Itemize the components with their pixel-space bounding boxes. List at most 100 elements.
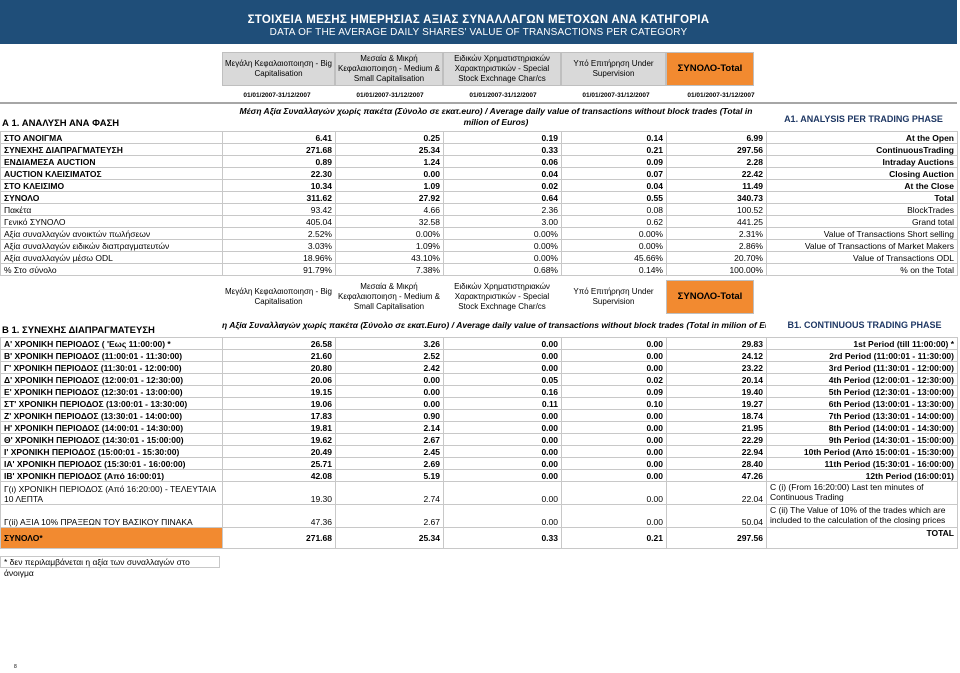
table-row: Ε' ΧΡΟΝΙΚΗ ΠΕΡΙΟΔΟΣ (12:30:01 - 13:00:00… — [0, 385, 958, 398]
row-label-english: Value of Transactions of Market Makers — [766, 239, 958, 252]
row-label-greek: Γενικό ΣΥΝΟΛΟ — [0, 215, 223, 228]
col-header-supervision: Υπό Επιτήρηση Under Supervision — [561, 52, 666, 86]
row-label-english: 2rd Period (11:00:01 - 11:30:00) — [766, 349, 958, 362]
value-cell: 271.68 — [222, 527, 336, 549]
col-header-medium-small-cap: Μεσαία & Μικρή Κεφαλαιοποιηση - Medium &… — [335, 280, 443, 314]
value-cell: 2.74 — [335, 481, 444, 505]
value-cell: 0.00 — [561, 361, 667, 374]
table-row: % Στο σύνολο 91.79% 7.38% 0.68% 0.14% 100.00%… — [0, 263, 958, 276]
section-a-table: ΣΤΟ ΑΝΟΙΓΜΑ 6.41 0.25 0.19 0.14 6.99 At the Op… — [0, 131, 958, 276]
value-cell: 19.30 — [222, 481, 336, 505]
value-cell: 2.67 — [335, 433, 444, 446]
value-cell: 0.55 — [561, 191, 667, 204]
value-cell: 0.00 — [335, 373, 444, 386]
value-cell: 0.00 — [335, 167, 444, 180]
value-cell: 0.00 — [335, 385, 444, 398]
row-label-english: 11th Period (15:30:01 - 16:00:00) — [766, 457, 958, 470]
col-header-special: Ειδικών Χρηματιστηριακών Χαρακτηριστικών… — [443, 280, 561, 314]
value-cell: 0.00 — [443, 349, 562, 362]
table-row: Αξία συναλλαγών ανοικτών πωλήσεων 2.52% 0.… — [0, 227, 958, 240]
value-cell: 0.00% — [335, 227, 444, 240]
value-cell: 0.05 — [443, 373, 562, 386]
value-cell: 22.29 — [666, 433, 767, 446]
value-cell: 19.15 — [222, 385, 336, 398]
section-a-title: Α 1. ΑΝΑΛΥΣΗ ΑΝΑ ΦΑΣΗ — [2, 118, 120, 129]
table-row: ΣΥΝΟΛΟ 311.62 27.92 0.64 0.55 340.73 Total — [0, 191, 958, 204]
row-label-greek: Ε' ΧΡΟΝΙΚΗ ΠΕΡΙΟΔΟΣ (12:30:01 - 13:00:00… — [0, 385, 223, 398]
value-cell: 0.00 — [561, 481, 667, 505]
row-label-greek: ΙΒ' ΧΡΟΝΙΚΗ ΠΕΡΙΟΔΟΣ (Από 16:00:01) — [0, 469, 223, 482]
value-cell: 5.19 — [335, 469, 444, 482]
table-row: ΣΥΝΕΧΗΣ ΔΙΑΠΡΑΓΜΑΤΕΥΣΗ 271.68 25.34 0.33 0.2… — [0, 143, 958, 156]
col-header-total: ΣΥΝΟΛΟ-Total — [666, 280, 754, 314]
value-cell: 0.11 — [443, 397, 562, 410]
value-cell: 441.25 — [666, 215, 767, 228]
value-cell: 0.14 — [561, 131, 667, 144]
value-cell: 0.64 — [443, 191, 562, 204]
value-cell: 297.56 — [666, 527, 767, 549]
table-row: Η' ΧΡΟΝΙΚΗ ΠΕΡΙΟΔΟΣ (14:00:01 - 14:30:00… — [0, 421, 958, 434]
value-cell: 0.07 — [561, 167, 667, 180]
value-cell: 10.34 — [222, 179, 336, 192]
value-cell: 19.62 — [222, 433, 336, 446]
value-cell: 3.00 — [443, 215, 562, 228]
row-label-greek: ΕΝΔΙΑΜΕΣΑ AUCTION — [0, 155, 223, 168]
row-label-english: 5th Period (12:30:01 - 13:00:00) — [766, 385, 958, 398]
table-row: Πακέτα 93.42 4.66 2.36 0.08 100.52 BlockTrades — [0, 203, 958, 216]
row-label-english: ContinuousTrading — [766, 143, 958, 156]
value-cell: 25.71 — [222, 457, 336, 470]
row-label-greek: Γ' ΧΡΟΝΙΚΗ ΠΕΡΙΟΔΟΣ (11:30:01 - 12:00:00… — [0, 361, 223, 374]
table-row: Α' ΧΡΟΝΙΚΗ ΠΕΡΙΟΔΟΣ ( 'Εως 11:00:00) * 26… — [0, 337, 958, 350]
table-row: AUCTION ΚΛΕΙΣΙΜΑΤΟΣ 22.30 0.00 0.04 0.07 22.4… — [0, 167, 958, 180]
value-cell: 0.90 — [335, 409, 444, 422]
row-label-greek: Α' ΧΡΟΝΙΚΗ ΠΕΡΙΟΔΟΣ ( 'Εως 11:00:00) * — [0, 337, 223, 350]
value-cell: 0.09 — [561, 155, 667, 168]
section-b-phase-label: B1. CONTINUOUS TRADING PHASE — [787, 320, 942, 330]
value-cell: 340.73 — [666, 191, 767, 204]
row-label-greek: Γ(ι) ΧΡΟΝΙΚΗ ΠΕΡΙΟΔΟΣ (Από 16:20:00) - Τ… — [0, 481, 223, 505]
row-label-greek: Η' ΧΡΟΝΙΚΗ ΠΕΡΙΟΔΟΣ (14:00:01 - 14:30:00… — [0, 421, 223, 434]
value-cell: 4.66 — [335, 203, 444, 216]
row-label-english: C (i) (From 16:20:00) Last ten minutes o… — [766, 481, 958, 505]
value-cell: 19.81 — [222, 421, 336, 434]
table-row: ΣΥΝΟΛΟ* 271.68 25.34 0.33 0.21 297.56 TOTAL — [0, 527, 958, 549]
table-row: ΕΝΔΙΑΜΕΣΑ AUCTION 0.89 1.24 0.06 0.09 2.28 Int… — [0, 155, 958, 168]
value-cell: 0.00 — [443, 421, 562, 434]
value-cell: 0.33 — [443, 527, 562, 549]
value-cell: 0.00% — [443, 251, 562, 264]
row-label-greek: Αξία συναλλαγών μέσω ODL — [0, 251, 223, 264]
value-cell: 20.06 — [222, 373, 336, 386]
title-banner: ΣΤΟΙΧΕΙΑ ΜΕΣΗΣ ΗΜΕΡΗΣΙΑΣ ΑΞΙΑΣ ΣΥΝΑΛΛΑΓΩ… — [0, 0, 957, 44]
value-cell: 0.00% — [561, 227, 667, 240]
row-label-english: 1st Period (till 11:00:00) * — [766, 337, 958, 350]
table-row: Αξία συναλλαγών ειδικών διαπραγματευτών 3… — [0, 239, 958, 252]
value-cell: 24.12 — [666, 349, 767, 362]
value-cell: 0.00 — [443, 481, 562, 505]
value-cell: 2.86% — [666, 239, 767, 252]
value-cell: 0.16 — [443, 385, 562, 398]
value-cell: 0.00% — [443, 239, 562, 252]
col-header-big-cap: Μεγάλη Κεφαλαιοποιηση - Big Capitalisati… — [222, 280, 335, 314]
col-header-medium-small-cap: Μεσαία & Μικρή Κεφαλαιοποιηση - Medium &… — [335, 52, 443, 86]
row-label-greek: ΣΥΝΟΛΟ* — [0, 527, 223, 549]
row-label-greek: ΣΤΟ ΚΛΕΙΣΙΜΟ — [0, 179, 223, 192]
row-label-english: Closing Auction — [766, 167, 958, 180]
value-cell: 1.09 — [335, 179, 444, 192]
table-row: ΙΑ' ΧΡΟΝΙΚΗ ΠΕΡΙΟΔΟΣ (15:30:01 - 16:00:0… — [0, 457, 958, 470]
value-cell: 0.25 — [335, 131, 444, 144]
value-cell: 22.30 — [222, 167, 336, 180]
date-range: 01/01/2007-31/12/2007 — [469, 92, 537, 99]
value-cell: 297.56 — [666, 143, 767, 156]
table-row: ΣΤΟ ΚΛΕΙΣΙΜΟ 10.34 1.09 0.02 0.04 11.49 At the… — [0, 179, 958, 192]
value-cell: 47.36 — [222, 504, 336, 528]
value-cell: 0.00 — [443, 445, 562, 458]
value-cell: 19.40 — [666, 385, 767, 398]
row-label-greek: ΣΥΝΕΧΗΣ ΔΙΑΠΡΑΓΜΑΤΕΥΣΗ — [0, 143, 223, 156]
value-cell: 0.00 — [443, 409, 562, 422]
value-cell: 0.06 — [443, 155, 562, 168]
value-cell: 0.00 — [561, 409, 667, 422]
row-label-greek: AUCTION ΚΛΕΙΣΙΜΑΤΟΣ — [0, 167, 223, 180]
value-cell: 0.89 — [222, 155, 336, 168]
value-cell: 2.45 — [335, 445, 444, 458]
value-cell: 2.52% — [222, 227, 336, 240]
